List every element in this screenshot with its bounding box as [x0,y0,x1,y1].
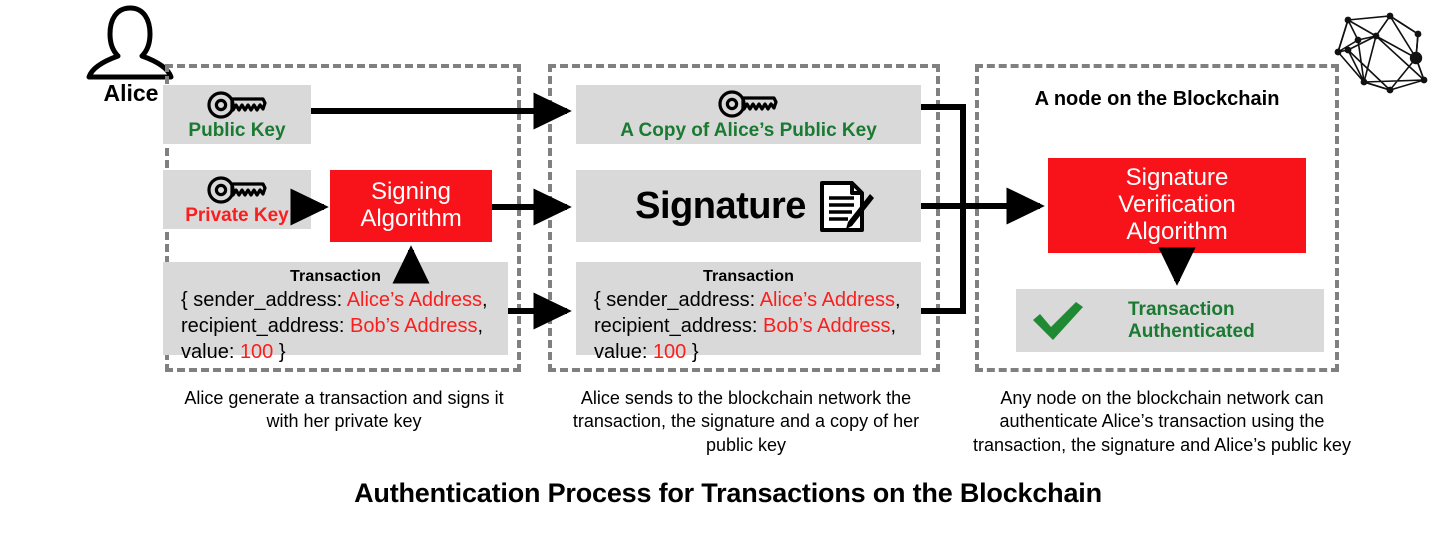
blockchain-network-icon [1328,6,1440,98]
private-key-label: Private Key [185,204,289,226]
key-icon [207,176,269,204]
caption-node-side: Any node on the blockchain network can a… [962,387,1362,457]
transaction-line-value: value: 100 } [181,341,286,363]
caption-line: public key [705,434,787,455]
public-key-copy-label: A Copy of Alice’s Public Key [620,119,877,141]
transaction-title: Transaction [703,268,794,285]
signature-label: Signature [635,184,806,227]
public-key-copy-box[interactable]: A Copy of Alice’s Public Key [576,85,921,144]
caption-alice-side: Alice generate a transaction and signs i… [146,387,542,434]
caption-line: authenticate Alice’s transaction using t… [999,411,1325,432]
transaction-line-recipient: recipient_address: Bob’s Address, [594,315,897,337]
transaction-box-broadcast[interactable]: Transaction { sender_address: Alice’s Ad… [576,262,921,363]
verification-line2: Verification [1118,191,1236,219]
public-key-box[interactable]: Public Key [163,85,311,144]
page-title: Authentication Process for Transactions … [354,478,1102,508]
transaction-line-sender: { sender_address: Alice’s Address, [594,289,901,311]
transaction-line-sender: { sender_address: Alice’s Address, [181,289,488,311]
signing-algorithm-line1: Signing [370,178,452,206]
verification-line1: Signature [1125,164,1229,192]
signing-algorithm-line2: Algorithm [360,205,462,232]
signature-verification-algorithm-box[interactable]: Signature Verification Algorithm [1048,158,1306,253]
verification-line3: Algorithm [1126,217,1228,245]
signature-box[interactable]: Signature [576,170,921,242]
transaction-authenticated-label: Transaction Authenticated [1128,298,1255,342]
transaction-line-recipient: recipient_address: Bob’s Address, [181,315,484,337]
transaction-authenticated-box[interactable]: Transaction Authenticated [1016,289,1324,352]
caption-line: Alice sends to the blockchain network th… [580,388,912,408]
signed-document-icon [818,180,876,234]
node-heading: A node on the Blockchain [1034,88,1280,110]
signing-algorithm-box[interactable]: Signing Algorithm [330,170,492,242]
transaction-title: Transaction [290,268,381,285]
public-key-label: Public Key [188,119,286,141]
caption-line: Alice generate a transaction and signs i… [184,388,504,408]
transaction-box-alice[interactable]: Transaction { sender_address: Alice’s Ad… [163,262,508,363]
key-icon [207,91,269,119]
green-check-icon [1030,299,1086,343]
caption-line: Any node on the blockchain network can [1000,388,1324,408]
diagram-canvas: Alice Public Key Private Key Signing Alg… [0,0,1456,540]
caption-line: transaction, the signature and Alice’s p… [973,434,1351,455]
transaction-line-value: value: 100 } [594,341,699,363]
caption-broadcast-side: Alice sends to the blockchain network th… [546,387,946,457]
caption-line: transaction, the signature and a copy of… [572,411,920,432]
private-key-box[interactable]: Private Key [163,170,311,229]
key-icon [718,90,780,118]
caption-line: with her private key [266,411,422,432]
